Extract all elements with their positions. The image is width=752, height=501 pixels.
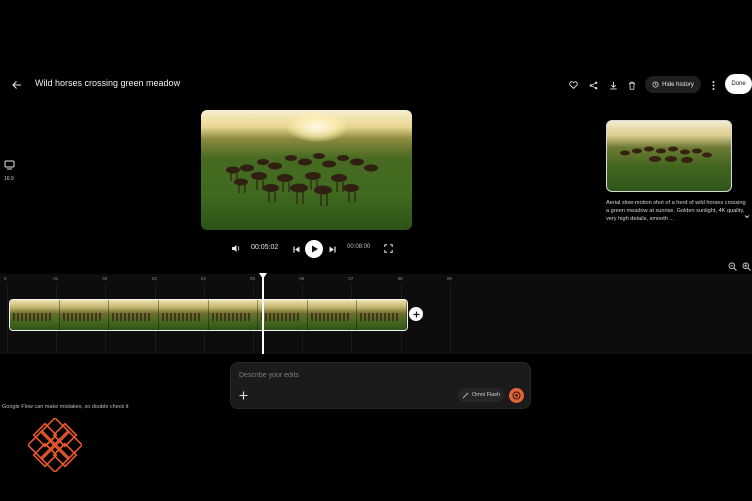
- brand-logo: [28, 418, 82, 472]
- share-icon: [589, 81, 597, 89]
- page-title: Wild horses crossing green meadow: [35, 78, 181, 88]
- playhead-marker-icon: [258, 273, 267, 279]
- share-button[interactable]: [587, 79, 599, 91]
- timeline-tick-label: 03: [151, 276, 157, 281]
- timeline-grid-line: [449, 284, 451, 354]
- history-icon: [652, 81, 659, 88]
- zoom-out-button[interactable]: [728, 262, 737, 271]
- trash-icon: [628, 81, 636, 90]
- aspect-ratio-label: 16:9: [4, 176, 14, 182]
- done-button[interactable]: Done: [725, 74, 752, 94]
- play-button[interactable]: [305, 240, 323, 258]
- clip-frame-herd: [62, 313, 103, 321]
- skip-previous-icon: [292, 246, 299, 252]
- play-icon: [311, 245, 318, 253]
- fullscreen-icon: [384, 244, 393, 253]
- send-button[interactable]: [509, 388, 524, 403]
- volume-icon: [232, 245, 240, 252]
- clip-frame-herd: [13, 313, 53, 321]
- hide-history-label: Hide history: [662, 81, 694, 88]
- add-clip-button[interactable]: [409, 307, 423, 321]
- timeline-ruler: 0 01 02 03 04 05 06 07 08 09: [0, 274, 752, 284]
- flower-logo-icon: [28, 418, 82, 472]
- heart-icon: [568, 81, 578, 89]
- favorite-button[interactable]: [567, 79, 579, 91]
- current-time: 00:05:02: [251, 244, 279, 251]
- zoom-in-icon: [742, 262, 751, 271]
- zoom-out-icon: [728, 262, 737, 271]
- expand-description-button[interactable]: [744, 214, 750, 219]
- clip-frame-herd: [161, 313, 202, 321]
- download-button[interactable]: [607, 79, 619, 91]
- timeline-tick-label: 09: [446, 276, 452, 281]
- playhead-handle[interactable]: [258, 273, 267, 279]
- edit-prompt-input[interactable]: [239, 369, 439, 381]
- clip-frame: [258, 300, 308, 330]
- timeline-tick-label: 05: [250, 276, 256, 281]
- send-icon: [512, 391, 521, 400]
- attach-button[interactable]: [237, 389, 249, 401]
- more-vert-icon: [712, 80, 714, 90]
- sun-glow: [287, 112, 347, 142]
- clip-frame: [109, 300, 159, 330]
- history-herd-image: [620, 146, 712, 163]
- clip-frame: [208, 300, 259, 330]
- playhead[interactable]: [261, 274, 264, 354]
- chevron-down-icon: [744, 215, 750, 219]
- video-preview[interactable]: [201, 110, 412, 230]
- volume-button[interactable]: [230, 243, 242, 254]
- skip-next-button[interactable]: [327, 244, 337, 254]
- delete-button[interactable]: [626, 79, 638, 91]
- zoom-in-button[interactable]: [742, 262, 751, 271]
- video-clip[interactable]: [9, 299, 408, 331]
- timeline-tick-label: 08: [397, 276, 403, 281]
- clip-frame-herd: [261, 313, 302, 321]
- plus-icon: [239, 391, 247, 399]
- timeline-grid-line: [7, 284, 8, 354]
- model-selector[interactable]: Omni Flash: [458, 388, 504, 402]
- history-thumbnail[interactable]: [606, 120, 732, 192]
- clip-frame: [10, 300, 60, 330]
- disclaimer-text: Google Flow can make mistakes, so double…: [2, 404, 129, 410]
- arrow-left-icon: [12, 81, 21, 89]
- timeline-tick-label: 01: [53, 276, 59, 281]
- model-label: Omni Flash: [471, 392, 501, 398]
- clip-frame-herd: [360, 313, 401, 321]
- aspect-ratio-icon: [4, 160, 15, 170]
- clip-frame: [59, 300, 110, 330]
- timeline-tick-label: 07: [348, 276, 354, 281]
- clip-frame: [307, 300, 358, 330]
- clip-frame: [158, 300, 209, 330]
- history-description: Aerial slow-motion shot of a herd of wil…: [606, 200, 746, 222]
- download-icon: [609, 81, 617, 89]
- clip-frame-herd: [310, 313, 351, 321]
- clip-frame-herd: [211, 313, 252, 321]
- total-time: 00:08:00: [347, 244, 371, 250]
- timeline-tick-label: 06: [299, 276, 305, 281]
- clip-frame: [357, 300, 407, 330]
- timeline-tick-label: 0: [4, 276, 7, 281]
- aspect-ratio-button[interactable]: [4, 160, 15, 170]
- fullscreen-button[interactable]: [383, 243, 394, 254]
- back-button[interactable]: [10, 78, 24, 92]
- plus-icon: [413, 311, 419, 317]
- timeline-tick-label: 04: [200, 276, 206, 281]
- wand-icon: [462, 391, 469, 398]
- clip-frame-herd: [112, 313, 153, 321]
- skip-previous-button[interactable]: [291, 244, 301, 254]
- hide-history-button[interactable]: Hide history: [645, 76, 701, 93]
- timeline-tick-label: 02: [102, 276, 108, 281]
- skip-next-icon: [329, 246, 336, 252]
- horse-herd-image: [226, 153, 378, 206]
- more-button[interactable]: [708, 79, 718, 91]
